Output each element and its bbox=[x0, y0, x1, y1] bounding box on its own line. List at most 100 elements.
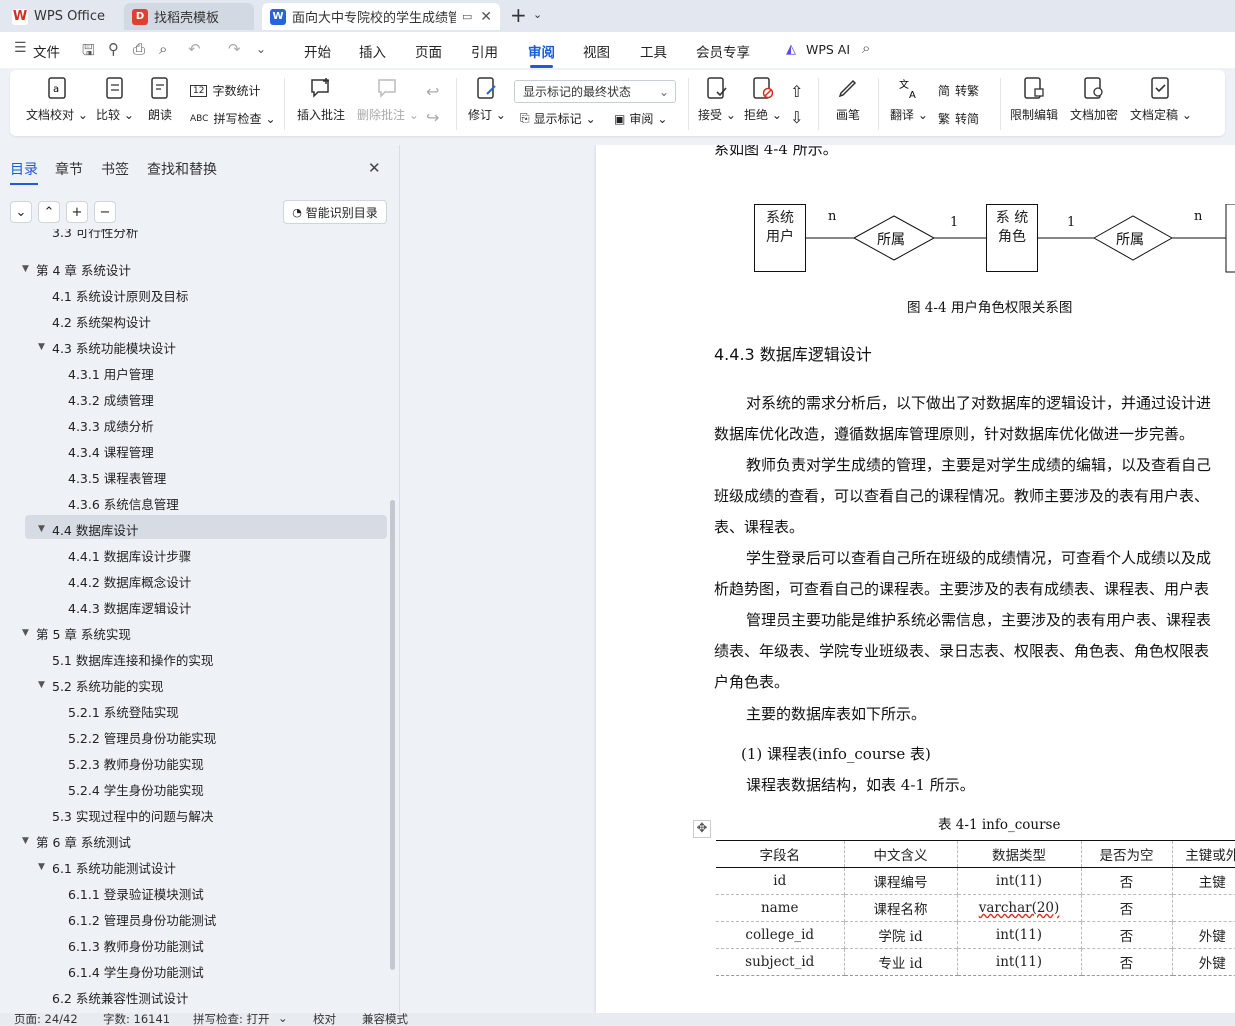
wps-ai-icon[interactable]: ◭ bbox=[786, 42, 796, 57]
nav-tab-toc[interactable]: 目录 bbox=[10, 159, 38, 185]
nav-tab-find-replace[interactable]: 查找和替换 bbox=[147, 159, 217, 179]
toc-section[interactable]: 4.3.4 课程管理 bbox=[68, 438, 154, 464]
prev-change-icon[interactable]: ⇧ bbox=[790, 82, 803, 101]
table-cell[interactable]: 否 bbox=[1080, 867, 1172, 895]
to-simplified-button[interactable]: 繁 转简 bbox=[938, 110, 979, 127]
toc-section[interactable]: 3.3 可行性分析 bbox=[52, 229, 138, 241]
toc-chapter[interactable]: ▼ 第 5 章 系统实现 bbox=[22, 620, 131, 646]
table-cell[interactable]: 否 bbox=[1080, 921, 1172, 949]
delete-comment-button[interactable]: 删除批注 ⌄ bbox=[357, 76, 419, 123]
save-icon[interactable]: 🖫 bbox=[82, 40, 95, 65]
table-move-handle-icon[interactable]: ✥ bbox=[693, 820, 711, 838]
table-cell[interactable]: id bbox=[716, 867, 844, 895]
spell-check-status[interactable]: 拼写检查: 打开 bbox=[193, 1013, 270, 1026]
doc-proof-button[interactable]: a 文档校对 ⌄ bbox=[26, 76, 88, 123]
toc-section[interactable]: 4.4.2 数据库概念设计 bbox=[68, 568, 191, 594]
menu-start[interactable]: 开始 bbox=[304, 41, 331, 61]
hamburger-icon[interactable]: ☰ bbox=[14, 40, 27, 56]
toc-section[interactable]: 4.3.2 成绩管理 bbox=[68, 386, 154, 412]
menu-page[interactable]: 页面 bbox=[415, 41, 442, 61]
toc-section[interactable]: 5.2.1 系统登陆实现 bbox=[68, 698, 179, 724]
monitor-icon[interactable]: ▭ bbox=[462, 10, 472, 23]
toc-section[interactable]: 4.4.3 数据库逻辑设计 bbox=[68, 594, 191, 620]
toc-section[interactable]: ▼ 6.1 系统功能测试设计 bbox=[38, 854, 176, 880]
menu-tools[interactable]: 工具 bbox=[640, 41, 667, 61]
remove-heading-button[interactable]: − bbox=[94, 201, 116, 223]
toc-section[interactable]: 4.2 系统架构设计 bbox=[52, 308, 151, 334]
file-menu[interactable]: 文件 bbox=[33, 41, 60, 61]
toc-section[interactable]: 5.2.4 学生身份功能实现 bbox=[68, 776, 204, 802]
expand-arrow-icon[interactable]: ▼ bbox=[38, 342, 52, 352]
translate-button[interactable]: 文A 翻译 ⌄ bbox=[890, 76, 928, 123]
expand-arrow-icon[interactable]: ▼ bbox=[38, 680, 52, 690]
table-cell[interactable]: 外键 bbox=[1171, 921, 1235, 949]
next-change-icon[interactable]: ⇩ bbox=[790, 108, 803, 127]
markup-state-dropdown[interactable]: 显示标记的最终状态 ⌄ bbox=[514, 80, 676, 103]
table-cell[interactable]: 课程名称 bbox=[843, 894, 957, 922]
toc-section[interactable]: 4.3.5 课程表管理 bbox=[68, 464, 166, 490]
toc-section[interactable]: 4.3.6 系统信息管理 bbox=[68, 490, 179, 516]
menu-review[interactable]: 审阅 bbox=[528, 41, 555, 68]
toc-section[interactable]: 6.1.1 登录验证模块测试 bbox=[68, 880, 204, 906]
restrict-edit-button[interactable]: 限制编辑 bbox=[1010, 76, 1058, 123]
menu-view[interactable]: 视图 bbox=[583, 41, 610, 61]
menu-membership[interactable]: 会员专享 bbox=[696, 41, 750, 61]
search-icon[interactable]: ⌕ bbox=[862, 39, 870, 57]
table-cell[interactable]: 否 bbox=[1080, 948, 1172, 976]
prev-comment-icon[interactable]: ↩ bbox=[426, 82, 439, 101]
table-cell[interactable]: 否 bbox=[1080, 894, 1172, 922]
menu-reference[interactable]: 引用 bbox=[471, 41, 498, 61]
menu-insert[interactable]: 插入 bbox=[359, 41, 386, 61]
finalize-button[interactable]: 文档定稿 ⌄ bbox=[1130, 76, 1192, 123]
table-cell[interactable]: 专业 id bbox=[843, 948, 957, 976]
move-up-button[interactable]: ⌃ bbox=[38, 201, 60, 223]
collapse-all-button[interactable]: ⌄ bbox=[10, 201, 32, 223]
page-indicator[interactable]: 页面: 24/42 bbox=[14, 1013, 78, 1026]
expand-arrow-icon[interactable]: ▼ bbox=[38, 524, 52, 534]
nav-tab-chapters[interactable]: 章节 bbox=[55, 159, 83, 179]
toc-section[interactable]: 4.3.3 成绩分析 bbox=[68, 412, 154, 438]
next-comment-icon[interactable]: ↪ bbox=[426, 108, 439, 127]
expand-arrow-icon[interactable]: ▼ bbox=[22, 836, 36, 846]
word-count-button[interactable]: 12 字数统计 bbox=[190, 82, 260, 99]
print-preview-icon[interactable]: ⌕ bbox=[159, 40, 167, 58]
smart-toc-button[interactable]: ◔ 智能识别目录 bbox=[283, 200, 387, 224]
table-cell[interactable] bbox=[1171, 894, 1235, 922]
chevron-down-icon[interactable]: ⌄ bbox=[533, 8, 542, 21]
redo-icon[interactable]: ↷ bbox=[228, 40, 241, 58]
table-cell[interactable]: int(11) bbox=[956, 921, 1081, 949]
proof-status[interactable]: 校对 bbox=[313, 1013, 336, 1026]
add-heading-button[interactable]: + bbox=[66, 201, 88, 223]
table-cell[interactable]: 外键 bbox=[1171, 948, 1235, 976]
more-chevron-icon[interactable]: ⌄ bbox=[256, 42, 266, 56]
insert-comment-button[interactable]: 插入批注 bbox=[297, 76, 345, 123]
close-panel-icon[interactable]: ✕ bbox=[368, 159, 381, 177]
toc-section[interactable]: 5.1 数据库连接和操作的实现 bbox=[52, 646, 213, 672]
toc-section[interactable]: 4.3.1 用户管理 bbox=[68, 360, 154, 386]
table-cell[interactable]: college_id bbox=[716, 921, 844, 949]
toc-section[interactable]: 5.2.3 教师身份功能实现 bbox=[68, 750, 204, 776]
pen-button[interactable]: 画笔 bbox=[836, 76, 860, 123]
review-pane-button[interactable]: ▣ 审阅 ⌄ bbox=[614, 110, 667, 127]
toc-section[interactable]: 5.2.2 管理员身份功能实现 bbox=[68, 724, 216, 750]
table-cell[interactable]: varchar(20) bbox=[956, 894, 1081, 922]
document-page[interactable]: 系如图 4-4 所示。 系统 用户 系 统 角色 所属 所属 n 1 1 n 图… bbox=[596, 145, 1235, 1013]
revise-button[interactable]: 修订 ⌄ bbox=[468, 76, 506, 123]
to-traditional-button[interactable]: 简 转繁 bbox=[938, 82, 979, 99]
new-tab-button[interactable]: + bbox=[510, 3, 527, 27]
expand-arrow-icon[interactable]: ▼ bbox=[22, 628, 36, 638]
toc-section[interactable]: ▼ 4.4 数据库设计 bbox=[38, 516, 138, 542]
table-cell[interactable]: 主键 bbox=[1171, 867, 1235, 895]
spell-check-button[interactable]: ABC 拼写检查 ⌄ bbox=[190, 110, 276, 127]
table-cell[interactable]: int(11) bbox=[956, 948, 1081, 976]
toc-chapter[interactable]: ▼ 第 6 章 系统测试 bbox=[22, 828, 131, 854]
tab-wps-office[interactable]: W WPS Office bbox=[4, 3, 118, 30]
table-cell[interactable]: 课程编号 bbox=[843, 867, 957, 895]
toc-section[interactable]: 4.4.1 数据库设计步骤 bbox=[68, 542, 191, 568]
table-cell[interactable]: 学院 id bbox=[843, 921, 957, 949]
table-cell[interactable]: name bbox=[716, 894, 844, 922]
compare-button[interactable]: 比较 ⌄ bbox=[96, 76, 134, 123]
table-cell[interactable]: int(11) bbox=[956, 867, 1081, 895]
nav-tab-bookmarks[interactable]: 书签 bbox=[101, 159, 129, 179]
table-cell[interactable]: subject_id bbox=[716, 948, 844, 976]
